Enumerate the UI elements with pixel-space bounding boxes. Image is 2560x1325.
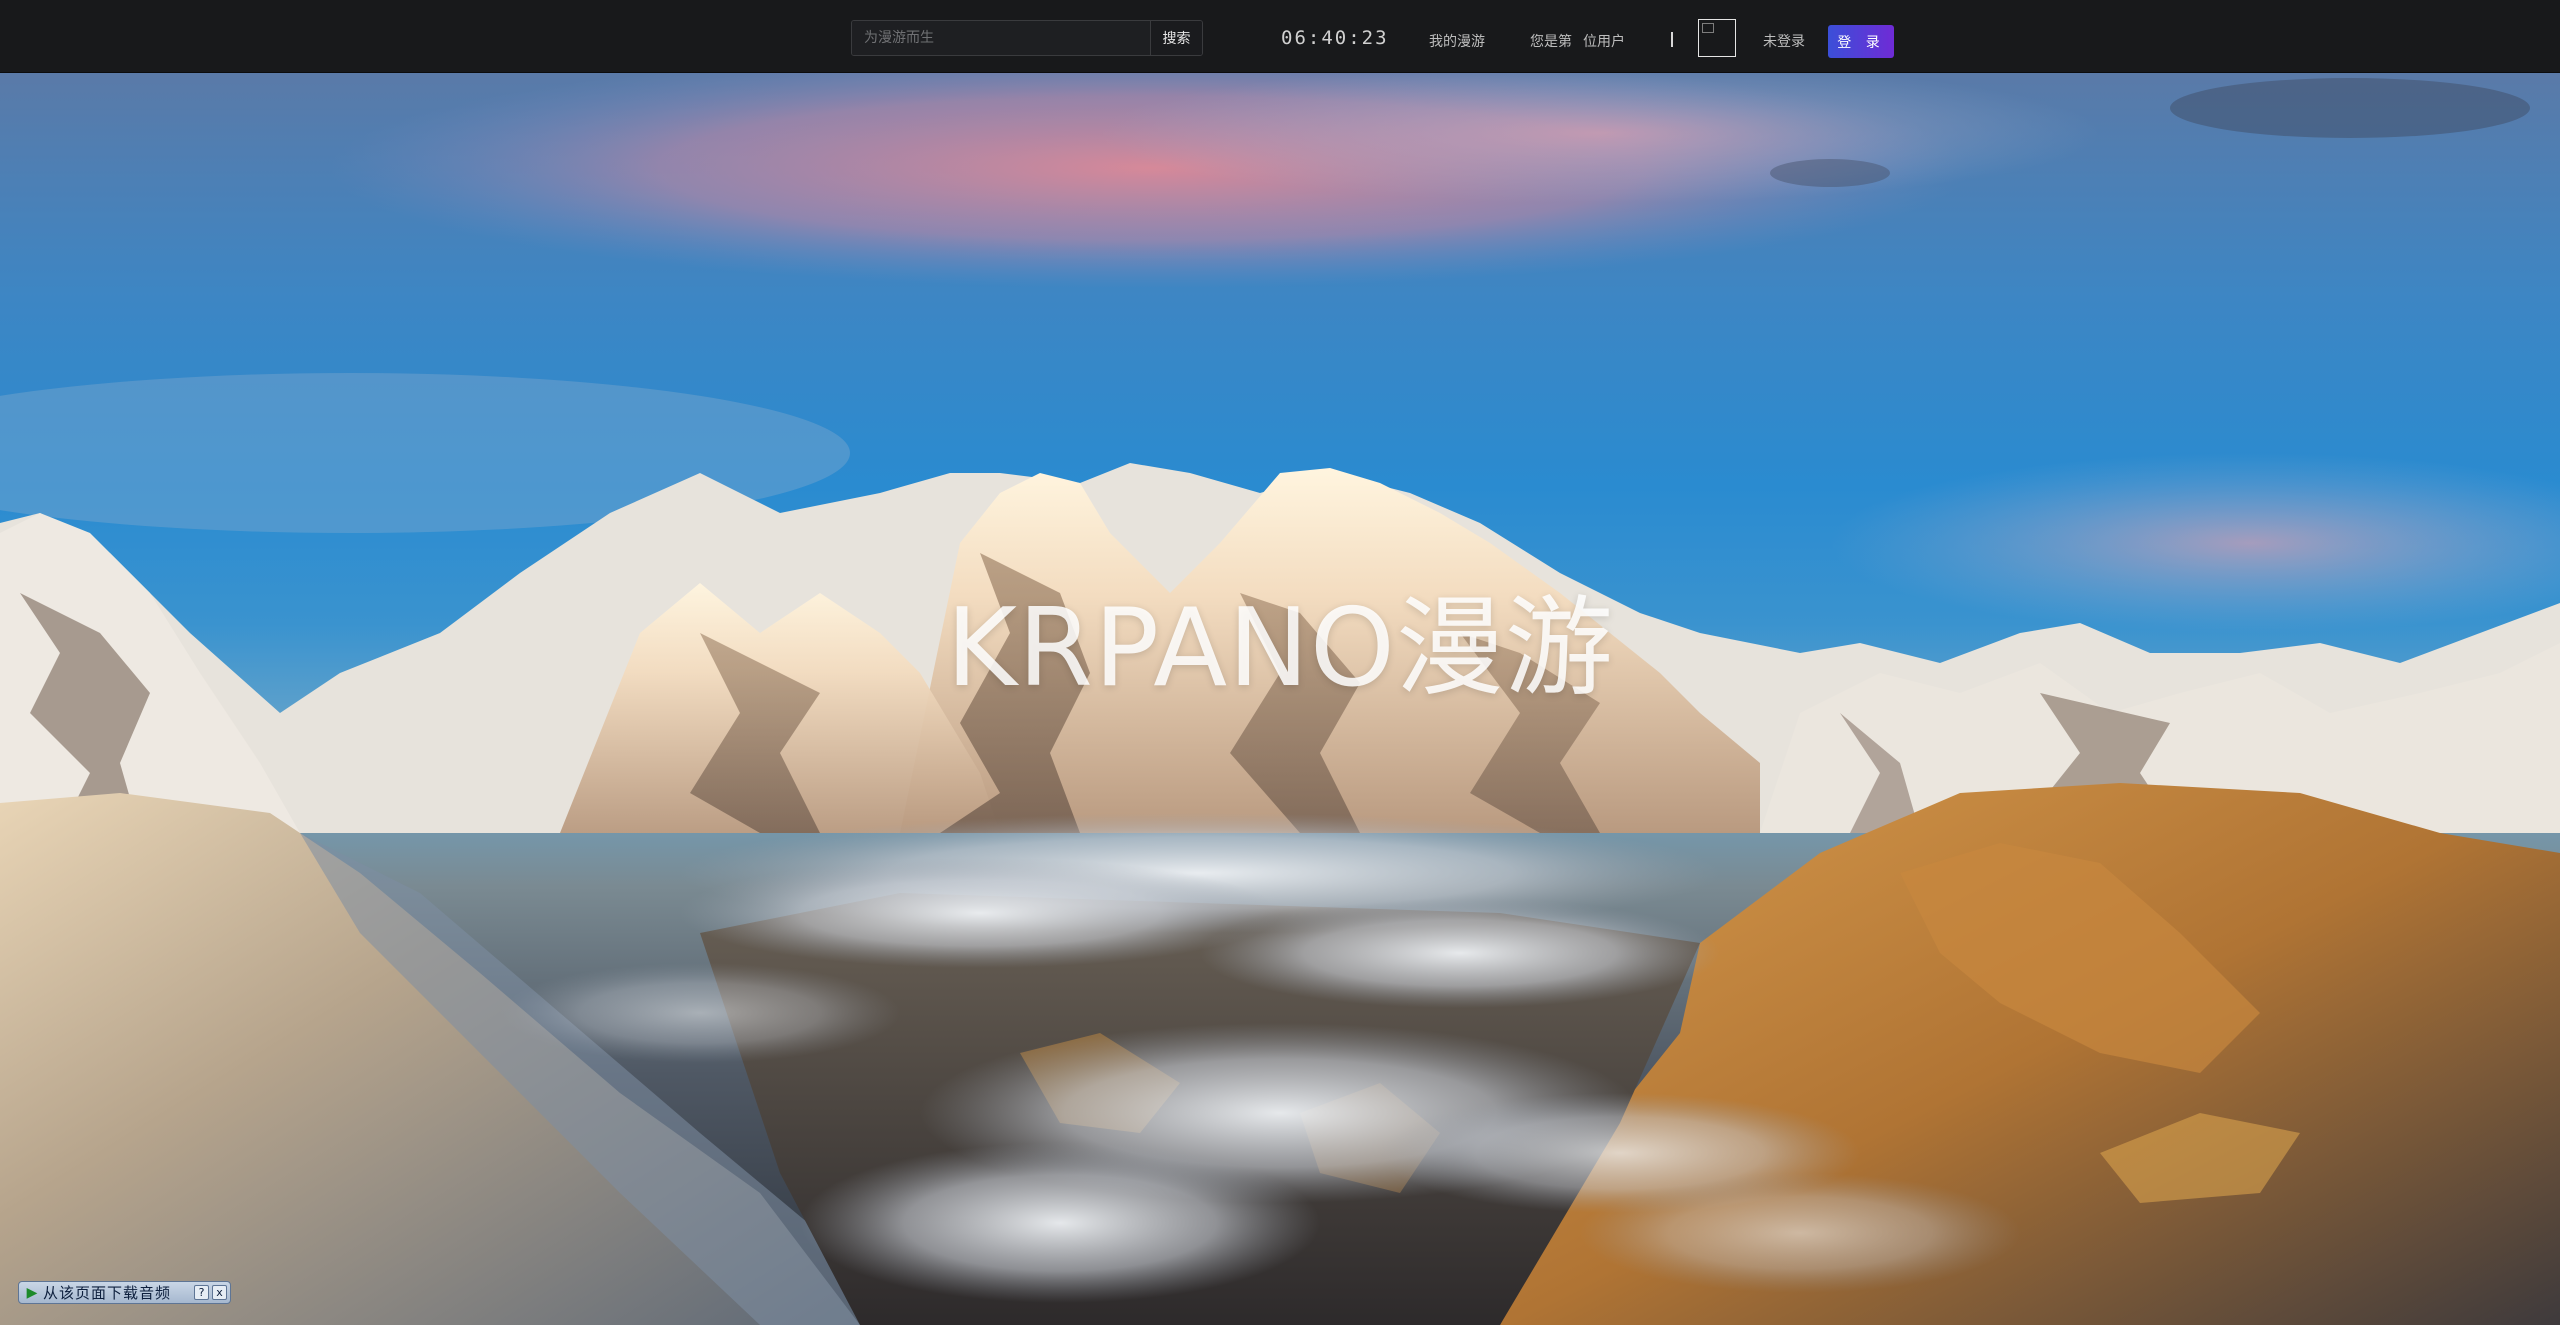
- help-icon[interactable]: ?: [194, 1285, 209, 1300]
- hero-title: KRPANO漫游: [946, 586, 1614, 711]
- my-tour-link[interactable]: 我的漫游: [1429, 31, 1485, 51]
- login-button[interactable]: 登 录: [1828, 25, 1894, 58]
- header-divider: [1671, 32, 1673, 47]
- clock-display: 06:40:23: [1281, 27, 1389, 49]
- visitor-count-suffix: 位用户: [1583, 34, 1625, 50]
- play-icon[interactable]: ▶: [23, 1284, 41, 1301]
- hero-panorama: KRPANO漫游: [0, 73, 2560, 1325]
- top-navigation-bar: 搜索 06:40:23 我的漫游 您是第 位用户 未登录 登 录: [0, 0, 2560, 73]
- close-icon[interactable]: x: [212, 1285, 227, 1300]
- search-input[interactable]: [852, 21, 1150, 55]
- search-box: 搜索: [851, 20, 1203, 56]
- audio-download-widget: ▶ 从该页面下载音频 ? x: [18, 1281, 231, 1304]
- avatar[interactable]: [1698, 19, 1736, 57]
- login-status-text: 未登录: [1763, 34, 1805, 50]
- visitor-count-prefix: 您是第: [1530, 34, 1572, 50]
- search-button[interactable]: 搜索: [1150, 21, 1202, 55]
- audio-download-link[interactable]: 从该页面下载音频: [41, 1282, 194, 1303]
